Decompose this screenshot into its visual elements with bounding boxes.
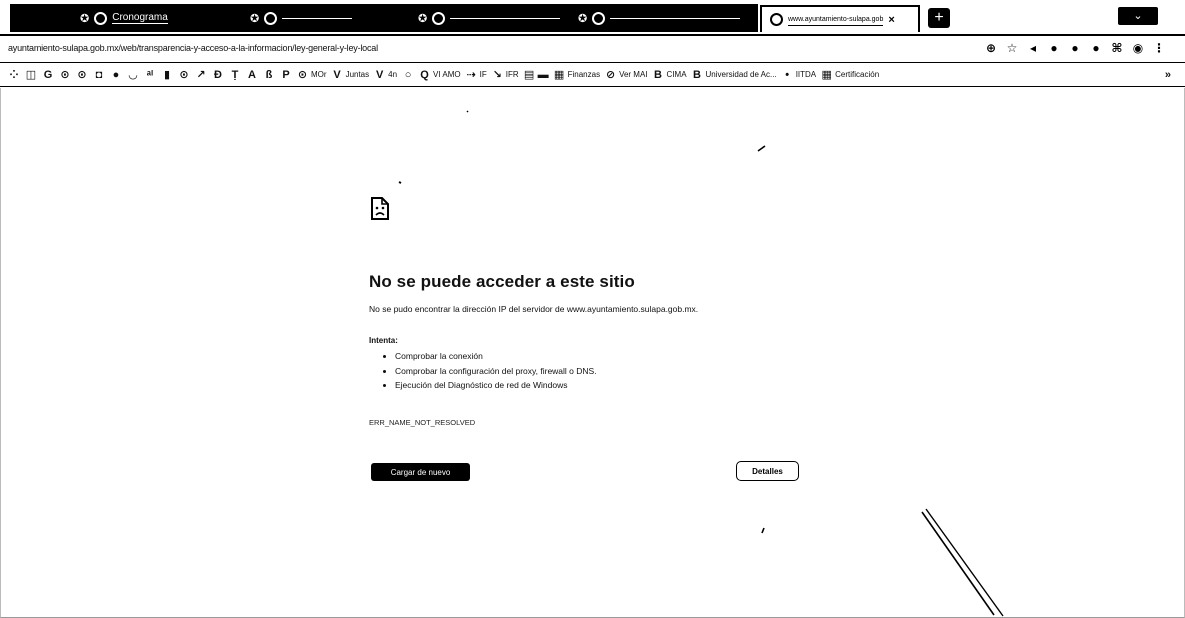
- tab-2[interactable]: ✪: [250, 6, 370, 30]
- details-button[interactable]: Detalles: [736, 461, 799, 481]
- tab-favicon-icon: [592, 11, 606, 25]
- tab-label: [450, 17, 561, 19]
- bookmarks-bar: ⁘ ◫ G ⊙ ⊙ ◘ ● ◡ ᵃᴵ ▮ ⊙ ↗ Ð Ṭ A ß P ⊙ MOr…: [0, 63, 1185, 87]
- globe-icon: ⊘: [605, 68, 616, 81]
- error-try-label: Intenta:: [369, 336, 398, 345]
- toolbar-icons: ⊕ ☆ ◂ ● ● ● ⌘ ◉ ⋮: [984, 41, 1166, 55]
- g-icon[interactable]: G: [42, 69, 54, 81]
- sad-page-icon: [371, 197, 389, 220]
- bar-icon[interactable]: ▮: [161, 69, 173, 81]
- calendar-icon: ▦: [553, 68, 565, 81]
- tab-favicon-icon: [264, 11, 278, 25]
- bookmark-item[interactable]: • IITDA: [782, 69, 816, 81]
- t-icon[interactable]: Ṭ: [229, 69, 241, 81]
- globe-icon[interactable]: ⊙: [59, 69, 71, 81]
- page-icon: ▬: [537, 68, 549, 81]
- error-description: No se pudo encontrar la dirección IP del…: [369, 304, 699, 314]
- speaker-icon: ✪: [80, 12, 90, 25]
- close-tab-icon[interactable]: ×: [888, 14, 894, 26]
- extension-icon[interactable]: ●: [1047, 41, 1061, 55]
- tab-3[interactable]: ✪: [418, 6, 568, 30]
- error-code: ERR_NAME_NOT_RESOLVED: [369, 418, 476, 427]
- dot-icon[interactable]: ●: [110, 69, 122, 81]
- speaker-icon: ✪: [250, 12, 260, 25]
- bookmark-item[interactable]: V 4n: [374, 69, 397, 81]
- tab-active[interactable]: www.ayuntamiento-sulapa.gob ×: [760, 5, 920, 32]
- tab-label: Cronograma: [112, 12, 168, 24]
- lens-icon[interactable]: ⊕: [984, 41, 998, 55]
- v-icon: V: [375, 68, 384, 81]
- bookmark-icon[interactable]: ◫: [25, 69, 37, 81]
- link-icon: ⇢: [466, 68, 476, 81]
- tab-1[interactable]: ✪ Cronograma: [80, 6, 230, 30]
- tab-label: www.ayuntamiento-sulapa.gob: [788, 14, 884, 26]
- error-suggestions: Comprobar la conexión Comprobar la confi…: [381, 349, 597, 393]
- d-icon[interactable]: Ð: [212, 69, 224, 81]
- profile-icon[interactable]: ◉: [1131, 41, 1145, 55]
- speaker-icon: ✪: [578, 12, 588, 25]
- bookmark-item[interactable]: ↘ IFR: [492, 69, 519, 81]
- error-title: No se puede acceder a este sitio: [369, 272, 635, 291]
- bookmark-item[interactable]: B CIMA: [653, 68, 686, 81]
- tab-strip: ✪ Cronograma ✪ ✪ ✪ www.ayuntamiento-sula…: [0, 0, 1185, 36]
- menu-icon[interactable]: ⋮: [1152, 41, 1166, 55]
- extension-icon[interactable]: ●: [1068, 41, 1082, 55]
- page-icon: ▤: [523, 68, 535, 81]
- smile-icon[interactable]: ◡: [127, 69, 139, 81]
- globe-icon: ⊙: [297, 68, 308, 81]
- tab-favicon-icon: [432, 11, 446, 25]
- bookmark-item[interactable]: B Universidad de Ac...: [692, 69, 777, 81]
- bookmark-item[interactable]: Q VI AMO: [419, 68, 460, 81]
- more-bookmarks-icon[interactable]: »: [1165, 69, 1171, 81]
- star-icon[interactable]: ☆: [1005, 41, 1019, 55]
- bookmark-item[interactable]: ⊘ Ver MAI: [605, 68, 648, 81]
- dot-icon: •: [785, 68, 790, 81]
- q-icon: Q: [420, 68, 429, 81]
- url-text[interactable]: ayuntamiento-sulapa.gob.mx/web/transpare…: [8, 43, 378, 53]
- reload-button[interactable]: Cargar de nuevo: [371, 463, 470, 481]
- tab-label: [282, 17, 353, 19]
- tab-search-button[interactable]: ⌄: [1118, 7, 1158, 25]
- tab-4[interactable]: ✪: [578, 6, 758, 30]
- bookmark-item[interactable]: ▦ Finanzas: [554, 69, 600, 81]
- bookmark-item[interactable]: ▤ ▬: [524, 69, 549, 81]
- list-item: Ejecución del Diagnóstico de red de Wind…: [395, 378, 597, 393]
- globe-icon[interactable]: ⊙: [76, 69, 88, 81]
- ai-icon[interactable]: ᵃᴵ: [144, 69, 156, 81]
- box-icon[interactable]: ◘: [93, 69, 105, 81]
- globe-icon[interactable]: ⊙: [178, 69, 190, 81]
- b-icon[interactable]: ß: [263, 69, 275, 81]
- apps-icon[interactable]: ⁘: [8, 69, 20, 81]
- address-bar[interactable]: ayuntamiento-sulapa.gob.mx/web/transpare…: [0, 38, 1185, 63]
- list-item: Comprobar la conexión: [395, 349, 597, 364]
- bookmark-item[interactable]: ⊙ MOr: [297, 69, 327, 81]
- tab-favicon-icon: [770, 13, 783, 26]
- new-tab-button[interactable]: +: [928, 8, 950, 28]
- puzzle-icon[interactable]: ⌘: [1110, 41, 1124, 55]
- speaker-icon[interactable]: ◂: [1026, 41, 1040, 55]
- bookmark-item[interactable]: ⇢ IF: [466, 69, 487, 81]
- calendar-icon: ▦: [821, 68, 832, 81]
- extension-icon[interactable]: ●: [1089, 41, 1103, 55]
- tab-favicon-icon: [94, 11, 108, 25]
- v-icon: V: [333, 68, 341, 81]
- link-icon: ↘: [492, 68, 502, 81]
- p-icon[interactable]: P: [280, 69, 292, 81]
- arrow-icon[interactable]: ↗: [195, 69, 207, 81]
- bookmark-item[interactable]: V Juntas: [332, 68, 369, 81]
- a-icon[interactable]: A: [246, 69, 258, 81]
- b-icon: B: [693, 68, 701, 81]
- list-item: Comprobar la configuración del proxy, fi…: [395, 364, 597, 379]
- tab-label: [610, 17, 741, 19]
- b-icon: B: [654, 68, 662, 81]
- speaker-icon: ✪: [418, 12, 428, 25]
- bookmark-item[interactable]: ▦ Certificación: [821, 69, 879, 81]
- circle-icon[interactable]: ○: [402, 69, 414, 81]
